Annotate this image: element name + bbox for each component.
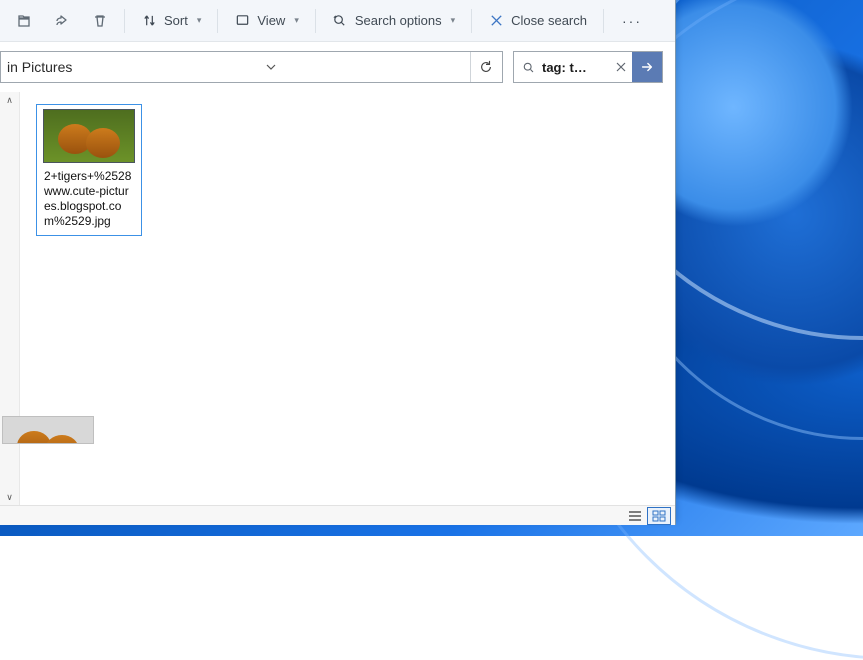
more-icon: ··· [624, 13, 640, 29]
sort-button[interactable]: Sort ▾ [131, 4, 211, 38]
nav-row: in Pictures tag: t… [0, 42, 675, 92]
details-view-button[interactable] [623, 507, 647, 525]
sort-icon [141, 13, 157, 29]
view-label: View [257, 13, 285, 28]
chevron-down-icon: ▾ [451, 15, 456, 26]
chevron-down-icon: ▾ [197, 15, 202, 26]
search-options-icon [332, 13, 348, 29]
content-pane: ∧ ∨ 2+tigers+%2528www.cute-pictures.blog… [0, 92, 675, 505]
trash-icon [92, 13, 108, 29]
address-text: in Pictures [7, 59, 72, 75]
toolbar: Sort ▾ View ▾ Search options ▾ Close sea… [0, 0, 675, 42]
share-button[interactable] [44, 4, 80, 38]
more-button[interactable]: ··· [610, 4, 654, 38]
search-options-button[interactable]: Search options ▾ [322, 4, 465, 38]
new-folder-button[interactable] [6, 4, 42, 38]
close-search-button[interactable]: Close search [478, 4, 597, 38]
address-dropdown-button[interactable] [255, 52, 287, 82]
delete-button[interactable] [82, 4, 118, 38]
result-item[interactable]: 2+tigers+%2528www.cute-pictures.blogspot… [36, 104, 142, 236]
result-filename: 2+tigers+%2528www.cute-pictures.blogspot… [44, 169, 134, 229]
clear-search-button[interactable] [610, 62, 632, 72]
thumbnails-view-button[interactable] [647, 507, 671, 525]
refresh-button[interactable] [470, 52, 502, 82]
scroll-up-button[interactable]: ∧ [1, 92, 19, 108]
search-icon [514, 61, 542, 74]
search-box[interactable]: tag: t… [513, 51, 663, 83]
sort-label: Sort [164, 13, 188, 28]
chevron-down-icon: ▾ [294, 15, 299, 26]
view-button[interactable]: View ▾ [224, 4, 308, 38]
share-icon [54, 13, 70, 29]
search-submit-button[interactable] [632, 52, 662, 82]
vertical-scrollbar[interactable]: ∧ ∨ [0, 92, 20, 505]
close-icon [488, 13, 504, 29]
view-icon [234, 13, 250, 29]
scroll-track[interactable] [0, 108, 19, 489]
scroll-down-button[interactable]: ∨ [1, 489, 19, 505]
search-options-label: Search options [355, 13, 442, 28]
close-search-label: Close search [511, 13, 587, 28]
status-bar [0, 505, 675, 525]
results-grid[interactable]: 2+tigers+%2528www.cute-pictures.blogspot… [20, 92, 675, 505]
search-query-text: tag: t… [542, 59, 610, 75]
address-bar[interactable]: in Pictures [0, 51, 503, 83]
new-folder-icon [16, 13, 32, 29]
file-explorer-window: Sort ▾ View ▾ Search options ▾ Close sea… [0, 0, 676, 525]
thumbnail-image [43, 109, 135, 163]
